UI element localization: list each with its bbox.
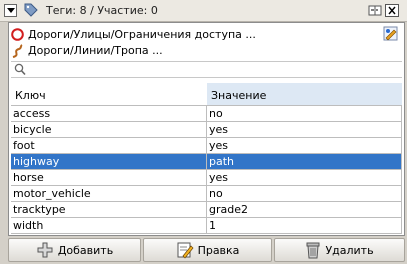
edit-button[interactable]: Правка [143,238,272,262]
panel-title: Теги: 8 / Участие: 0 [46,4,158,17]
delete-button[interactable]: Удалить [274,238,405,262]
table-row[interactable]: width 1 [11,218,402,234]
cell-value[interactable]: yes [207,170,402,186]
cell-value[interactable]: no [207,106,402,122]
cell-value[interactable]: 1 [207,218,402,234]
preset-label: Дороги/Улицы/Ограничения доступа ... [28,28,256,41]
preset-access-restrictions[interactable]: Дороги/Улицы/Ограничения доступа ... [11,27,256,42]
column-header-key[interactable]: Ключ [11,83,207,105]
button-bar: Добавить Правка Удалить [8,238,405,264]
panel-titlebar: Теги: 8 / Участие: 0 [0,0,407,22]
preset-edit-icon[interactable] [383,26,399,42]
search-bar[interactable] [11,61,402,78]
table-row[interactable]: horse yes [11,170,402,186]
cell-key[interactable]: motor_vehicle [11,186,207,202]
table-row-selected[interactable]: highway path [11,154,402,170]
cell-key[interactable]: access [11,106,207,122]
tag-icon [24,3,38,17]
cell-value[interactable]: yes [207,122,402,138]
cell-value[interactable]: grade2 [207,202,402,218]
add-button[interactable]: Добавить [8,238,141,262]
table-row[interactable]: foot yes [11,138,402,154]
edit-icon [177,242,194,259]
cell-key[interactable]: horse [11,170,207,186]
cell-key[interactable]: foot [11,138,207,154]
delete-button-label: Удалить [325,243,374,257]
cell-value[interactable]: path [207,154,402,170]
close-icon[interactable] [385,4,399,17]
cell-key[interactable]: tracktype [11,202,207,218]
trash-icon [306,242,320,259]
cell-value[interactable]: no [207,186,402,202]
edit-button-label: Правка [197,243,240,257]
preset-label: Дороги/Линии/Тропа ... [28,44,163,57]
detach-icon[interactable] [368,4,382,17]
path-icon [12,43,23,58]
tags-panel: Дороги/Улицы/Ограничения доступа ... Дор… [8,22,405,236]
column-header-value[interactable]: Значение [207,83,402,105]
access-restriction-icon [11,28,24,41]
cell-key[interactable]: width [11,218,207,234]
table-row[interactable]: bicycle yes [11,122,402,138]
table-row[interactable]: motor_vehicle no [11,186,402,202]
plus-icon [37,242,53,258]
table-header: Ключ Значение [11,83,402,106]
cell-key[interactable]: bicycle [11,122,207,138]
table-row[interactable]: access no [11,106,402,122]
table-row[interactable]: tracktype grade2 [11,202,402,218]
tags-table: Ключ Значение access no bicycle yes foot… [11,83,402,234]
cell-value[interactable]: yes [207,138,402,154]
cell-key[interactable]: highway [11,154,207,170]
collapse-toggle[interactable] [4,4,17,17]
add-button-label: Добавить [57,243,114,257]
preset-path[interactable]: Дороги/Линии/Тропа ... [11,43,163,58]
search-icon [14,63,26,76]
